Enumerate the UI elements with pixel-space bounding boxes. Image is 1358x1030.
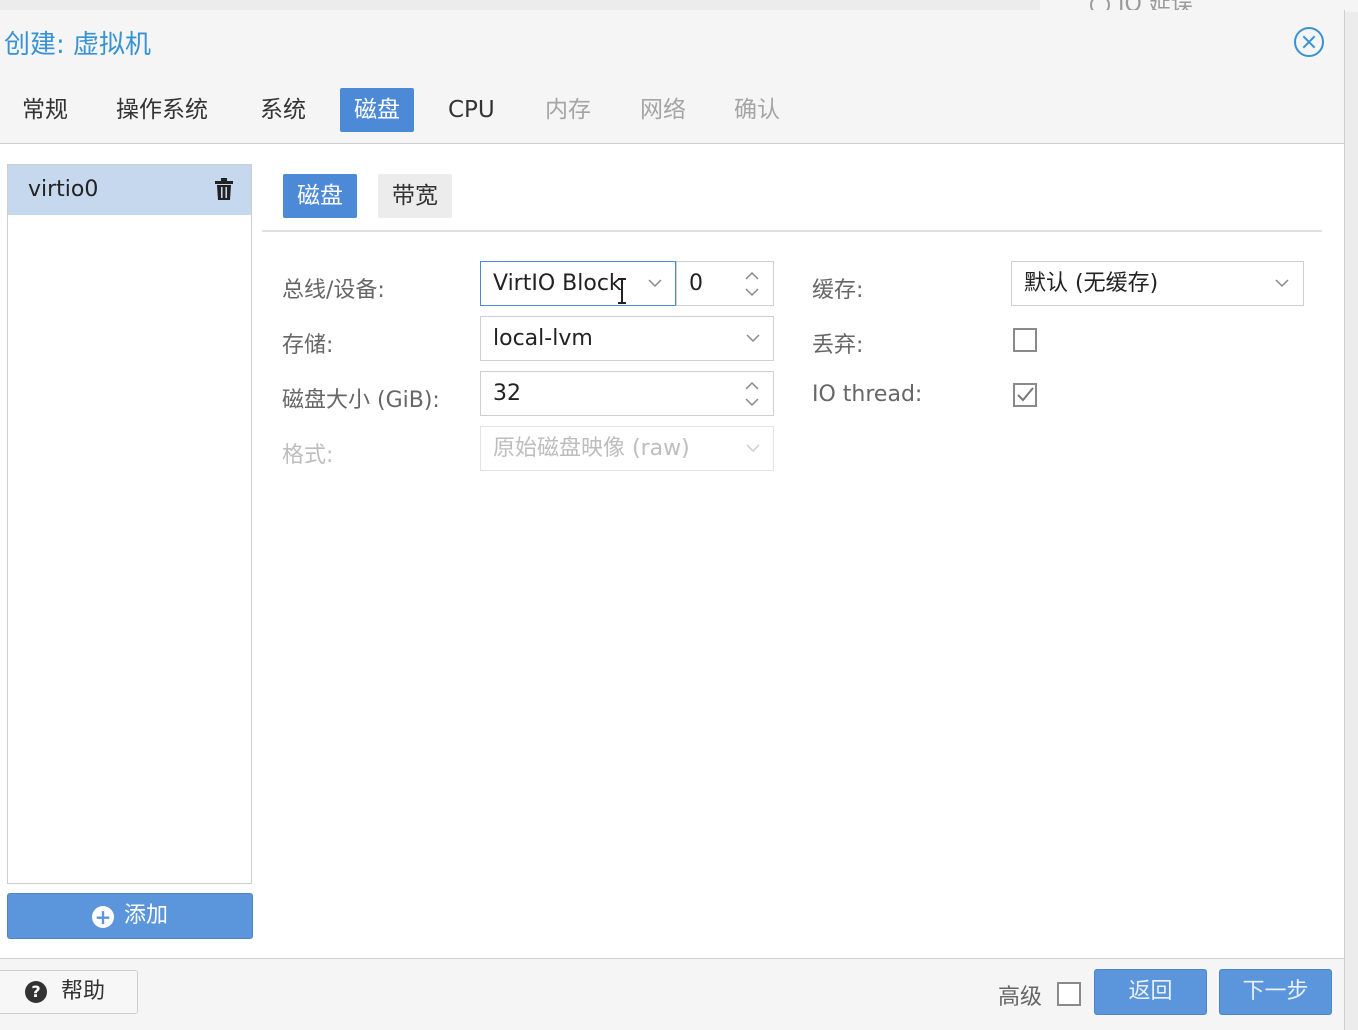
- tab-os[interactable]: 操作系统: [102, 88, 222, 132]
- storage-select[interactable]: local-lvm: [480, 316, 774, 361]
- tab-disks[interactable]: 磁盘: [340, 88, 414, 132]
- bus-select-value: VirtIO Block: [493, 271, 622, 296]
- question-circle-icon: ?: [25, 981, 47, 1003]
- trash-icon[interactable]: [213, 177, 235, 201]
- device-index-spinner[interactable]: 0: [676, 261, 774, 306]
- close-icon[interactable]: [1294, 27, 1324, 57]
- add-disk-button[interactable]: + 添加: [7, 893, 253, 939]
- discard-checkbox[interactable]: [1013, 328, 1037, 352]
- format-select-value: 原始磁盘映像 (raw): [493, 436, 690, 461]
- storage-label: 存储:: [282, 333, 334, 358]
- disk-size-label: 磁盘大小 (GiB):: [282, 388, 440, 413]
- discard-label: 丢弃:: [812, 333, 864, 358]
- disk-list-item-virtio0[interactable]: virtio0: [8, 165, 251, 215]
- tab-general[interactable]: 常规: [8, 88, 82, 132]
- tab-memory: 内存: [545, 97, 591, 123]
- cache-label: 缓存:: [812, 278, 864, 303]
- add-disk-label: 添加: [123, 903, 168, 928]
- tab-confirm: 确认: [734, 97, 780, 123]
- chevron-down-icon: [1275, 279, 1289, 288]
- text-cursor-icon: [618, 278, 626, 304]
- checkmark-icon: [1017, 387, 1034, 402]
- format-select: 原始磁盘映像 (raw): [480, 426, 774, 471]
- chevron-down-icon: [746, 444, 760, 453]
- chevron-down-icon: [648, 279, 662, 288]
- cache-select-value: 默认 (无缓存): [1024, 271, 1159, 296]
- device-index-value: 0: [689, 271, 703, 296]
- bus-device-label: 总线/设备:: [282, 278, 385, 303]
- format-label: 格式:: [282, 443, 334, 468]
- iothread-checkbox[interactable]: [1013, 383, 1037, 407]
- tab-cpu[interactable]: CPU: [434, 88, 509, 132]
- advanced-label: 高级: [998, 985, 1043, 1010]
- iothread-label: IO thread:: [812, 382, 923, 407]
- disk-list: virtio0: [7, 164, 252, 884]
- storage-select-value: local-lvm: [493, 326, 593, 351]
- subtab-separator: [262, 230, 1322, 232]
- dialog-title: 创建: 虚拟机: [4, 30, 152, 60]
- tab-system[interactable]: 系统: [246, 88, 320, 132]
- chevron-down-icon: [746, 334, 760, 343]
- back-button[interactable]: 返回: [1094, 969, 1207, 1015]
- tab-network: 网络: [640, 97, 686, 123]
- advanced-checkbox[interactable]: [1057, 982, 1081, 1006]
- spinner-arrows-icon[interactable]: [743, 376, 761, 412]
- disk-item-label: virtio0: [28, 177, 99, 202]
- help-label: 帮助: [61, 979, 106, 1004]
- disk-size-value: 32: [493, 381, 521, 406]
- help-button[interactable]: ? 帮助: [0, 970, 138, 1014]
- plus-circle-icon: +: [91, 906, 114, 928]
- create-vm-dialog: 创建: 虚拟机 常规 操作系统 系统 磁盘 CPU 内存 网络 确认 virti…: [0, 10, 1345, 1030]
- next-button[interactable]: 下一步: [1219, 969, 1332, 1015]
- bus-select[interactable]: VirtIO Block: [480, 261, 676, 306]
- subtab-disk[interactable]: 磁盘: [283, 174, 357, 218]
- subtab-bandwidth[interactable]: 带宽: [378, 174, 452, 218]
- disk-config-panel: virtio0 + 添加 磁盘 带宽 总线/设备: VirtIO Block 0: [0, 143, 1344, 959]
- disk-size-input[interactable]: 32: [480, 371, 774, 416]
- cache-select[interactable]: 默认 (无缓存): [1011, 261, 1304, 306]
- spinner-arrows-icon[interactable]: [743, 266, 761, 302]
